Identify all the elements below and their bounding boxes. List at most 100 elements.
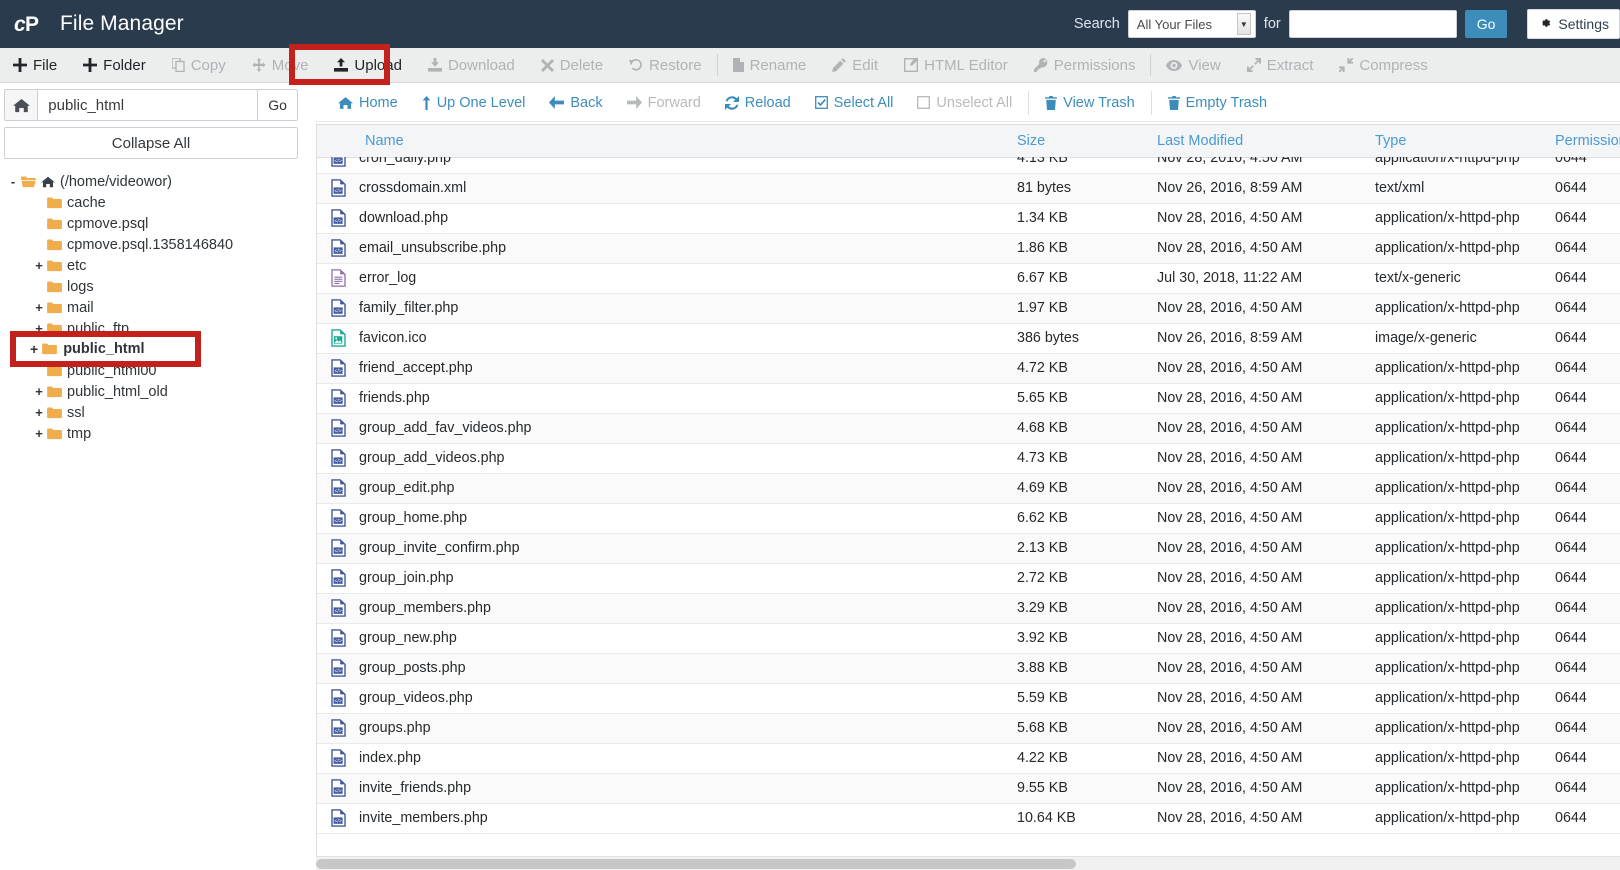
table-row[interactable]: error_log 6.67 KB Jul 30, 2018, 11:22 AM te… [317,263,1620,294]
table-row[interactable]: </> group_invite_confirm.php 2.13 KB Nov 28… [317,533,1620,564]
path-go-button[interactable]: Go [257,89,298,121]
file-type-cell: application/x-httpd-php [1375,353,1555,384]
tree-item-cache[interactable]: cache [6,192,302,213]
tree-toggle-icon[interactable]: + [32,258,46,273]
file-name-cell: index.php [359,743,1017,774]
table-row[interactable]: </> group_videos.php 5.59 KB Nov 28, 2016, … [317,683,1620,714]
file-icon-cell: </> [317,473,359,504]
file-name-cell: friend_accept.php [359,353,1017,384]
file-size-cell: 4.72 KB [1017,353,1157,384]
tree-item-etc[interactable]: + etc [6,255,302,276]
tree-item-label: public_html_old [67,383,168,400]
table-row[interactable]: </> groups.php 5.68 KB Nov 28, 2016, 4:50 A… [317,713,1620,744]
table-row[interactable]: </> friends.php 5.65 KB Nov 28, 2016, 4:50 … [317,383,1620,414]
tree-toggle-icon[interactable]: + [32,384,46,399]
file-modified-cell: Nov 28, 2016, 4:50 AM [1157,413,1375,444]
tree-toggle-icon[interactable]: - [6,174,20,189]
code-file-icon: </> [330,479,346,497]
folder-icon [47,386,62,398]
forward-arrow-icon [626,96,642,109]
filenav-back-button[interactable]: Back [537,84,614,122]
path-input[interactable] [38,89,258,121]
svg-text:</>: </> [334,579,342,585]
file-type-cell: text/xml [1375,173,1555,204]
table-row[interactable]: </> group_new.php 3.92 KB Nov 28, 2016, 4:5… [317,623,1620,654]
filenav-up-one-level-button[interactable]: Up One Level [410,84,538,122]
trash-icon [1045,95,1058,110]
filenav-select-all-button[interactable]: Select All [803,84,906,122]
tree-toggle-icon[interactable]: + [32,426,46,441]
file-name-cell: group_videos.php [359,683,1017,714]
tree-item-cpmovepsql[interactable]: cpmove.psql [6,213,302,234]
filenav-view-trash-button[interactable]: View Trash [1033,84,1146,122]
tree-item-ssl[interactable]: + ssl [6,402,302,423]
code-file-icon: </> [330,599,346,617]
tree-item-logs[interactable]: logs [6,276,302,297]
toolbar-upload-button[interactable]: Upload [321,48,415,83]
search-input[interactable] [1288,10,1457,38]
toolbar-item-label: Extract [1266,56,1314,74]
reload-icon [724,95,739,110]
file-name-cell: invite_members.php [359,803,1017,834]
filenav-reload-button[interactable]: Reload [713,84,803,122]
gear-icon [1538,16,1552,33]
table-row[interactable]: </> friend_accept.php 4.72 KB Nov 28, 2016,… [317,353,1620,384]
table-row[interactable]: </> email_unsubscribe.php 1.86 KB Nov 28, 2… [317,233,1620,264]
tree-toggle-icon[interactable]: + [32,300,46,315]
table-row[interactable]: </> group_edit.php 4.69 KB Nov 28, 2016, 4:… [317,473,1620,504]
filenav-divider [1028,90,1030,115]
tree-item-public_html_old[interactable]: + public_html_old [6,381,302,402]
up-arrow-icon [422,95,431,110]
scrollbar-thumb[interactable] [316,859,1076,869]
file-table: Name Size Last Modified Type Permissions… [317,125,1620,834]
code-file-icon: </> [330,359,346,377]
file-type-cell: application/x-httpd-php [1375,503,1555,534]
collapse-all-button[interactable]: Collapse All [4,127,298,159]
sidebar-home-button[interactable] [4,89,39,121]
table-row[interactable]: </> group_members.php 3.29 KB Nov 28, 2016,… [317,593,1620,624]
toolbar-folder-button[interactable]: Folder [70,48,159,83]
table-row[interactable]: </> group_join.php 2.72 KB Nov 28, 2016, 4:… [317,563,1620,594]
file-name-cell: group_edit.php [359,473,1017,504]
filenav-home-button[interactable]: Home [326,84,410,122]
file-size-cell: 4.73 KB [1017,443,1157,474]
col-name[interactable]: Name [359,125,1017,158]
col-last-modified[interactable]: Last Modified [1157,125,1375,158]
col-permissions[interactable]: Permissions [1555,125,1620,158]
search-go-button[interactable]: Go [1464,10,1508,38]
public-html-highlight-box[interactable]: + public_html [10,331,201,367]
file-table-container[interactable]: Name Size Last Modified Type Permissions… [316,124,1620,870]
horizontal-scrollbar[interactable] [316,856,1620,870]
table-row[interactable]: </> group_posts.php 3.88 KB Nov 28, 2016, 4… [317,653,1620,684]
tree-item-homevideowor[interactable]: - (/home/videowor) [6,171,302,192]
file-size-cell: 3.92 KB [1017,623,1157,654]
tree-item-mail[interactable]: + mail [6,297,302,318]
table-row[interactable]: </> family_filter.php 1.97 KB Nov 28, 2016,… [317,293,1620,324]
col-type[interactable]: Type [1375,125,1555,158]
table-row[interactable]: </> crossdomain.xml 81 bytes Nov 26, 2016, … [317,173,1620,204]
file-name-cell: group_new.php [359,623,1017,654]
search-scope-select[interactable]: All Your Files ▼ [1127,10,1256,38]
tree-item-tmp[interactable]: + tmp [6,423,302,444]
col-size[interactable]: Size [1017,125,1157,158]
table-row[interactable]: </> index.php 4.22 KB Nov 28, 2016, 4:50 AM… [317,743,1620,774]
tree-toggle-icon[interactable]: + [32,405,46,420]
table-row[interactable]: </> group_home.php 6.62 KB Nov 28, 2016, 4:… [317,503,1620,534]
table-row[interactable]: favicon.ico 386 bytes Nov 26, 2016, 8:59 A… [317,323,1620,354]
table-row[interactable]: </> download.php 1.34 KB Nov 28, 2016, 4:50… [317,203,1620,234]
settings-button[interactable]: Settings [1527,9,1620,39]
move-icon [252,58,266,72]
table-row[interactable]: </> group_add_fav_videos.php 4.68 KB Nov 28… [317,413,1620,444]
tree-toggle-icon[interactable]: + [30,341,38,357]
folder-icon [47,302,62,314]
table-row[interactable]: </> group_add_videos.php 4.73 KB Nov 28, 20… [317,443,1620,474]
toolbar-move-button: Move [239,48,322,83]
table-row[interactable]: </> invite_friends.php 9.55 KB Nov 28, 2016… [317,773,1620,804]
table-row[interactable]: </> invite_members.php 10.64 KB Nov 28, 201… [317,803,1620,834]
toolbar-file-button[interactable]: File [0,48,70,83]
file-size-cell: 2.72 KB [1017,563,1157,594]
file-name-cell: family_filter.php [359,293,1017,324]
tree-item-cpmovepsql1358146840[interactable]: cpmove.psql.1358146840 [6,234,302,255]
plus-icon [83,58,98,72]
filenav-empty-trash-button[interactable]: Empty Trash [1156,84,1279,122]
